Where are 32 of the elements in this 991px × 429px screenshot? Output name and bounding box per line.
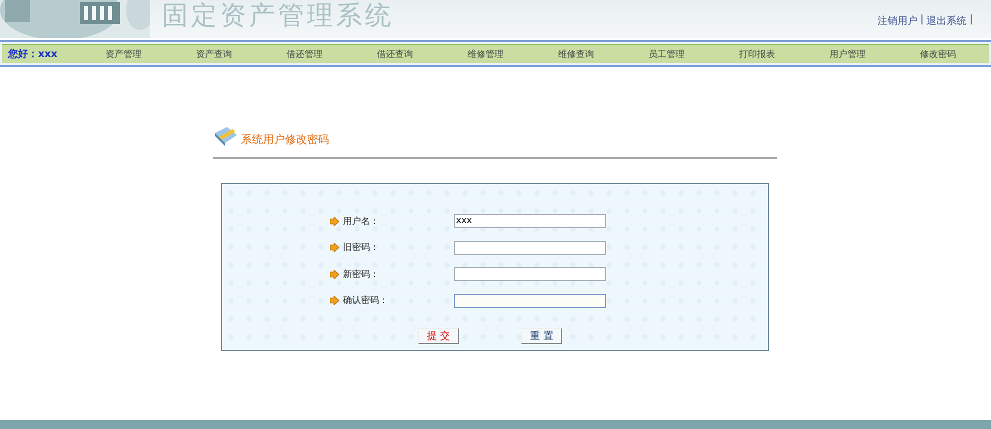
section-title: 系统用户修改密码 [241, 132, 329, 147]
nav-link[interactable]: 修改密码 [920, 48, 956, 60]
field-label: 用户名： [343, 216, 379, 228]
nav-link[interactable]: 员工管理 [648, 48, 684, 60]
nav-link[interactable]: 资产管理 [105, 48, 142, 60]
greeting: 您好：xxx [8, 48, 58, 61]
arrow-icon [330, 296, 339, 306]
field-label: 确认密码： [343, 294, 388, 308]
nav-link[interactable]: 用户管理 [829, 48, 866, 60]
nav-link[interactable]: 维修管理 [467, 48, 504, 60]
nav-link[interactable]: 借还查询 [376, 48, 413, 60]
app-title: 固定资产管理系统 [162, 0, 395, 32]
nav-link[interactable]: 打印报表 [738, 48, 775, 60]
field-label: 旧密码： [343, 242, 379, 254]
submit-button[interactable]: 提 交 [418, 328, 460, 344]
input-field[interactable]: xxx [454, 214, 606, 228]
nav-link[interactable]: 借还管理 [286, 48, 322, 60]
input-field[interactable] [454, 294, 606, 308]
arrow-icon [330, 216, 339, 226]
reset-button[interactable]: 重 置 [521, 328, 562, 344]
separator: | [970, 14, 973, 27]
separator: | [920, 14, 924, 27]
pencil-paper-icon [213, 125, 239, 147]
header-link[interactable]: 退出系统 [926, 14, 967, 28]
input-field[interactable] [454, 240, 606, 255]
header-link[interactable]: 注销用户 [877, 14, 918, 28]
arrow-icon [330, 243, 339, 252]
field-label: 新密码： [343, 268, 379, 281]
nav-link[interactable]: 维修查询 [558, 48, 594, 60]
nav-link[interactable]: 资产查询 [196, 48, 232, 60]
input-field[interactable] [454, 267, 606, 282]
arrow-icon [330, 270, 339, 279]
